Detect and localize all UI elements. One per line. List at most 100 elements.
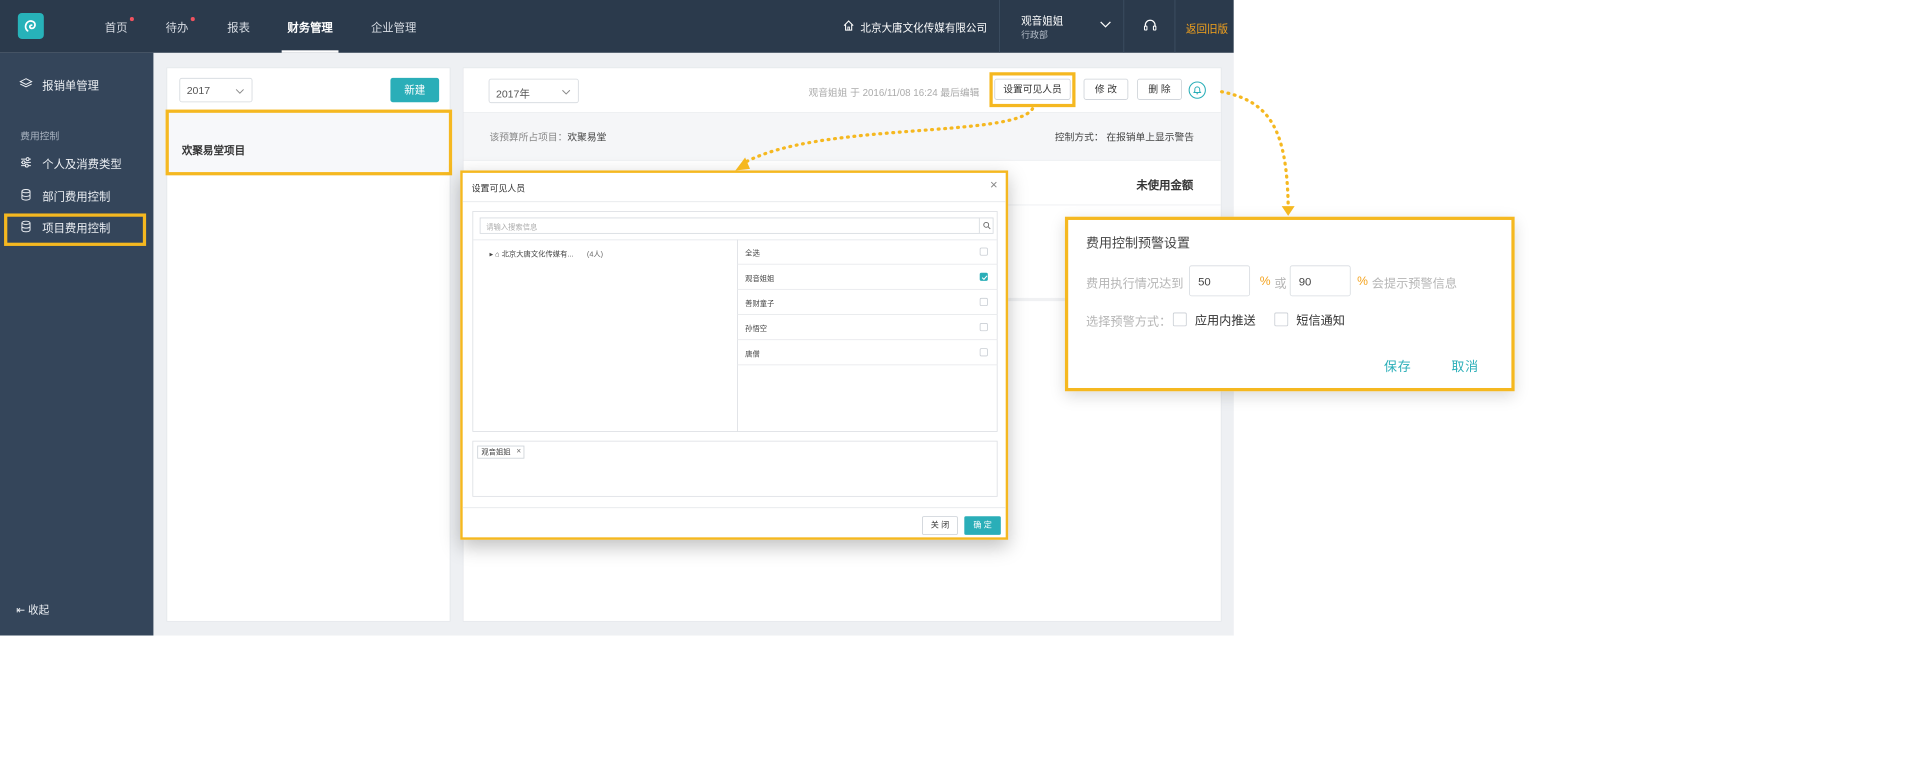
check-icon <box>981 275 988 281</box>
search-input[interactable]: 请输入搜索信息 <box>479 217 994 234</box>
in-app-push-label: 应用内推送 <box>1194 314 1256 328</box>
search-icon <box>983 221 991 230</box>
nav-enterprise[interactable]: 企业管理 <box>371 19 416 35</box>
list-item[interactable]: 孙悟空 <box>737 315 998 341</box>
sms-label: 短信通知 <box>1296 314 1345 328</box>
percent-sign: % <box>1259 274 1271 289</box>
collapse-icon: ⇤ <box>16 603 26 617</box>
project-name: 欢聚易堂项目 <box>181 144 246 157</box>
checkbox[interactable] <box>979 297 988 307</box>
year-select[interactable]: 2017年 <box>488 78 579 104</box>
dialog-title: 设置可见人员 <box>471 184 526 194</box>
bell-icon[interactable] <box>1188 81 1206 99</box>
tag-label: 观音姐姐 <box>481 448 511 457</box>
control-mode: 控制方式： 在报销单上显示警告 <box>1054 131 1195 143</box>
year-select[interactable]: 2017 <box>179 77 253 103</box>
list-item[interactable]: 全选 <box>737 239 998 265</box>
back-to-old-version-link[interactable]: 返回旧版 <box>1186 20 1228 35</box>
search-button[interactable] <box>978 218 993 233</box>
selected-person-tag[interactable]: 观音姐姐 × <box>477 445 525 459</box>
nav-finance[interactable]: 财务管理 <box>287 19 332 35</box>
sidebar-item-label: 个人及消费类型 <box>42 157 122 171</box>
person-name: 孙悟空 <box>745 324 768 333</box>
remove-tag-icon[interactable]: × <box>516 446 521 457</box>
active-item-highlight <box>4 213 147 246</box>
person-name: 唐僧 <box>745 349 760 358</box>
nav-todo-badge <box>190 17 195 22</box>
in-app-push-checkbox[interactable] <box>1172 312 1187 327</box>
caret-right-icon: ▸ <box>489 250 494 259</box>
person-name: 观音姐姐 <box>745 274 775 283</box>
sliders-icon <box>21 157 31 168</box>
sidebar: 报销单管理 费用控制 个人及消费类型 部门费用控制 项目费用控制 ⇤ 收起 <box>0 52 154 636</box>
layers-icon <box>19 78 33 88</box>
selected-people-box: 观音姐姐 × <box>472 440 998 497</box>
cancel-button[interactable]: 取消 <box>1451 356 1479 375</box>
project-list-item[interactable]: 欢聚易堂项目 <box>165 109 453 176</box>
org-tree-node[interactable]: ▸ ⌂ 北京大唐文化传媒有... (4人) <box>489 248 603 259</box>
user-name[interactable]: 观音姐姐 <box>1021 12 1063 27</box>
nav-home-badge <box>129 17 134 22</box>
company-name: 北京大唐文化传媒有限公司 <box>860 21 988 35</box>
people-list: 全选 观音姐姐 善财童子 孙悟空 唐僧 <box>737 239 998 366</box>
budget-info-bar: 该预算所占项目：欢聚易堂 控制方式： 在报销单上显示警告 <box>463 112 1221 161</box>
threshold-input-2[interactable]: 90 <box>1289 265 1351 297</box>
sidebar-item-label: 报销单管理 <box>42 78 100 92</box>
divider <box>1174 0 1176 53</box>
new-project-button[interactable]: 新建 <box>390 77 440 103</box>
people-picker: 请输入搜索信息 ▸ ⌂ 北京大唐文化传媒有... (4人) 全选 观音姐姐 善财… <box>472 211 998 432</box>
nav-active-indicator <box>281 50 339 53</box>
notify-method-label: 选择预警方式： <box>1086 314 1172 329</box>
list-item[interactable]: 唐僧 <box>737 340 998 366</box>
nav-todo[interactable]: 待办 <box>166 19 189 35</box>
app-window: 首页 待办 报表 财务管理 企业管理 北京大唐文化传媒有限公司 观音姐姐 行政部… <box>0 0 1234 636</box>
nav-home[interactable]: 首页 <box>105 19 128 35</box>
visible-people-dialog: 设置可见人员 × 请输入搜索信息 ▸ ⌂ 北京大唐文化传媒有... (4人) 全… <box>460 170 1009 540</box>
headset-icon[interactable] <box>1143 18 1158 33</box>
threshold-input-1[interactable]: 50 <box>1189 265 1251 297</box>
threshold-hint: 会提示预警信息 <box>1371 276 1458 291</box>
confirm-button[interactable]: 确 定 <box>964 516 1001 535</box>
checkbox[interactable] <box>979 348 988 357</box>
or-label: 或 <box>1274 276 1287 291</box>
org-name: 北京大唐文化传媒有... <box>501 250 574 259</box>
divider <box>462 201 1006 203</box>
threshold-value-2: 90 <box>1298 275 1312 289</box>
user-dept: 行政部 <box>1021 30 1048 41</box>
sms-checkbox[interactable] <box>1274 312 1289 327</box>
list-item[interactable]: 善财童子 <box>737 290 998 315</box>
divider <box>1123 0 1125 53</box>
divider <box>999 0 1001 53</box>
chevron-down-icon <box>562 89 571 95</box>
checkbox-checked[interactable] <box>979 272 988 281</box>
app-logo[interactable] <box>17 12 44 39</box>
person-name: 善财童子 <box>745 299 775 308</box>
sidebar-section-title: 费用控制 <box>20 130 60 143</box>
edit-button[interactable]: 修 改 <box>1083 78 1129 100</box>
search-placeholder: 请输入搜索信息 <box>486 223 538 232</box>
list-item[interactable]: 观音姐姐 <box>737 265 998 290</box>
budget-project-name: 欢聚易堂 <box>567 131 607 143</box>
sidebar-item-label: 部门费用控制 <box>42 189 111 203</box>
save-button[interactable]: 保存 <box>1384 356 1412 375</box>
checkbox[interactable] <box>979 323 988 332</box>
warning-settings-popup: 费用控制预警设置 费用执行情况达到 50 % 或 90 % 会提示预警信息 选择… <box>1064 216 1515 392</box>
year-select-value: 2017 <box>186 84 211 97</box>
threshold-label: 费用执行情况达到 <box>1086 276 1184 291</box>
divider <box>462 507 1006 509</box>
chevron-down-icon <box>235 89 244 94</box>
year-select-value: 2017年 <box>495 87 530 100</box>
collapse-label: 收起 <box>28 603 50 617</box>
unused-amount-header: 未使用金额 <box>1136 178 1194 192</box>
delete-button[interactable]: 删 除 <box>1137 78 1182 100</box>
nav-reports[interactable]: 报表 <box>227 19 250 35</box>
collapse-sidebar-button[interactable]: ⇤ 收起 <box>16 601 49 616</box>
button-highlight <box>989 72 1076 108</box>
database-icon <box>21 189 31 201</box>
percent-sign: % <box>1357 274 1368 289</box>
chevron-down-icon[interactable] <box>1099 18 1112 31</box>
checkbox[interactable] <box>979 247 988 256</box>
close-icon[interactable]: × <box>990 179 998 194</box>
budget-project-info: 该预算所占项目：欢聚易堂 <box>489 131 607 143</box>
close-button[interactable]: 关 闭 <box>922 516 958 535</box>
